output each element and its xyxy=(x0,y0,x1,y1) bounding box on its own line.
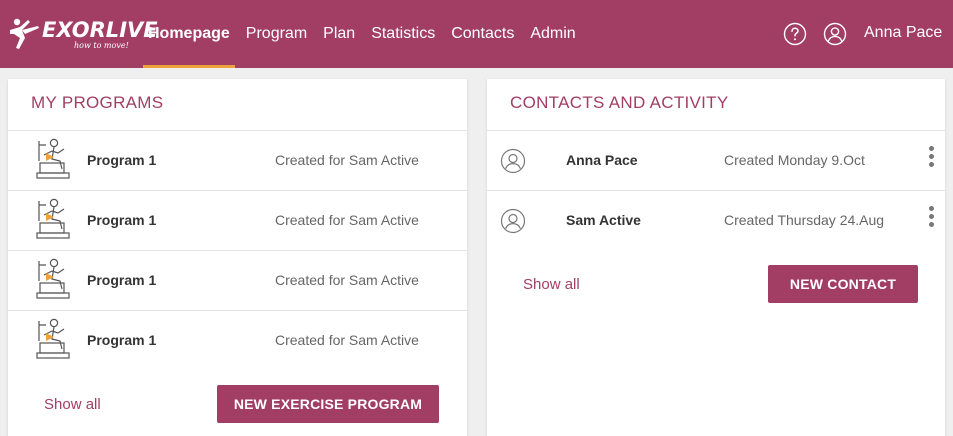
contact-row[interactable]: Sam Active Created Thursday 24.Aug xyxy=(487,190,945,250)
nav-statistics[interactable]: Statistics xyxy=(363,0,443,68)
user-avatar-icon xyxy=(500,148,526,174)
nav-plan[interactable]: Plan xyxy=(315,0,363,68)
contact-created-date: Created Monday 9.Oct xyxy=(724,152,865,168)
contacts-show-all-link[interactable]: Show all xyxy=(523,276,580,293)
nav-program[interactable]: Program xyxy=(238,0,315,68)
nav-homepage[interactable]: Homepage xyxy=(140,0,238,68)
program-row[interactable]: Program 1 Created for Sam Active xyxy=(8,250,467,310)
exorlive-figure-icon xyxy=(10,18,39,49)
contact-row[interactable]: Anna Pace Created Monday 9.Oct xyxy=(487,130,945,190)
contact-name: Sam Active xyxy=(566,212,641,228)
program-created-for: Created for Sam Active xyxy=(275,272,419,288)
main-nav: Homepage Program Plan Statistics Contact… xyxy=(140,0,584,68)
program-created-for: Created for Sam Active xyxy=(275,152,419,168)
top-header: EXORLIVE how to move! Homepage Program P… xyxy=(0,0,953,68)
user-circle-icon[interactable] xyxy=(823,22,847,46)
exercise-machine-icon xyxy=(36,138,70,179)
nav-admin[interactable]: Admin xyxy=(522,0,583,68)
nav-contacts[interactable]: Contacts xyxy=(443,0,522,68)
more-options-icon[interactable] xyxy=(927,146,935,172)
exercise-machine-icon xyxy=(36,318,70,359)
contacts-activity-panel: CONTACTS AND ACTIVITY Anna Pace Created … xyxy=(487,79,945,436)
contacts-activity-title: CONTACTS AND ACTIVITY xyxy=(510,93,729,112)
exorlive-logo[interactable]: EXORLIVE how to move! xyxy=(8,14,158,54)
program-created-for: Created for Sam Active xyxy=(275,212,419,228)
exercise-machine-icon xyxy=(36,258,70,299)
program-created-for: Created for Sam Active xyxy=(275,332,419,348)
my-programs-panel: MY PROGRAMS Program 1 Created for Sam Ac… xyxy=(8,79,467,436)
user-name[interactable]: Anna Pace xyxy=(864,24,942,42)
logo-tagline: how to move! xyxy=(74,41,129,50)
program-name: Program 1 xyxy=(87,212,157,228)
contact-name: Anna Pace xyxy=(566,152,638,168)
help-circle-icon[interactable] xyxy=(783,22,807,46)
more-options-icon[interactable] xyxy=(927,206,935,232)
new-exercise-program-button[interactable]: NEW EXERCISE PROGRAM xyxy=(217,385,439,423)
programs-show-all-link[interactable]: Show all xyxy=(44,396,101,413)
my-programs-title: MY PROGRAMS xyxy=(31,93,164,112)
program-row[interactable]: Program 1 Created for Sam Active xyxy=(8,190,467,250)
program-row[interactable]: Program 1 Created for Sam Active xyxy=(8,130,467,190)
contact-created-date: Created Thursday 24.Aug xyxy=(724,212,885,228)
program-name: Program 1 xyxy=(87,272,157,288)
program-name: Program 1 xyxy=(87,332,157,348)
exercise-machine-icon xyxy=(36,198,70,239)
user-avatar-icon xyxy=(500,208,526,234)
new-contact-button[interactable]: NEW CONTACT xyxy=(768,265,918,303)
program-name: Program 1 xyxy=(87,152,157,168)
program-row[interactable]: Program 1 Created for Sam Active xyxy=(8,310,467,370)
